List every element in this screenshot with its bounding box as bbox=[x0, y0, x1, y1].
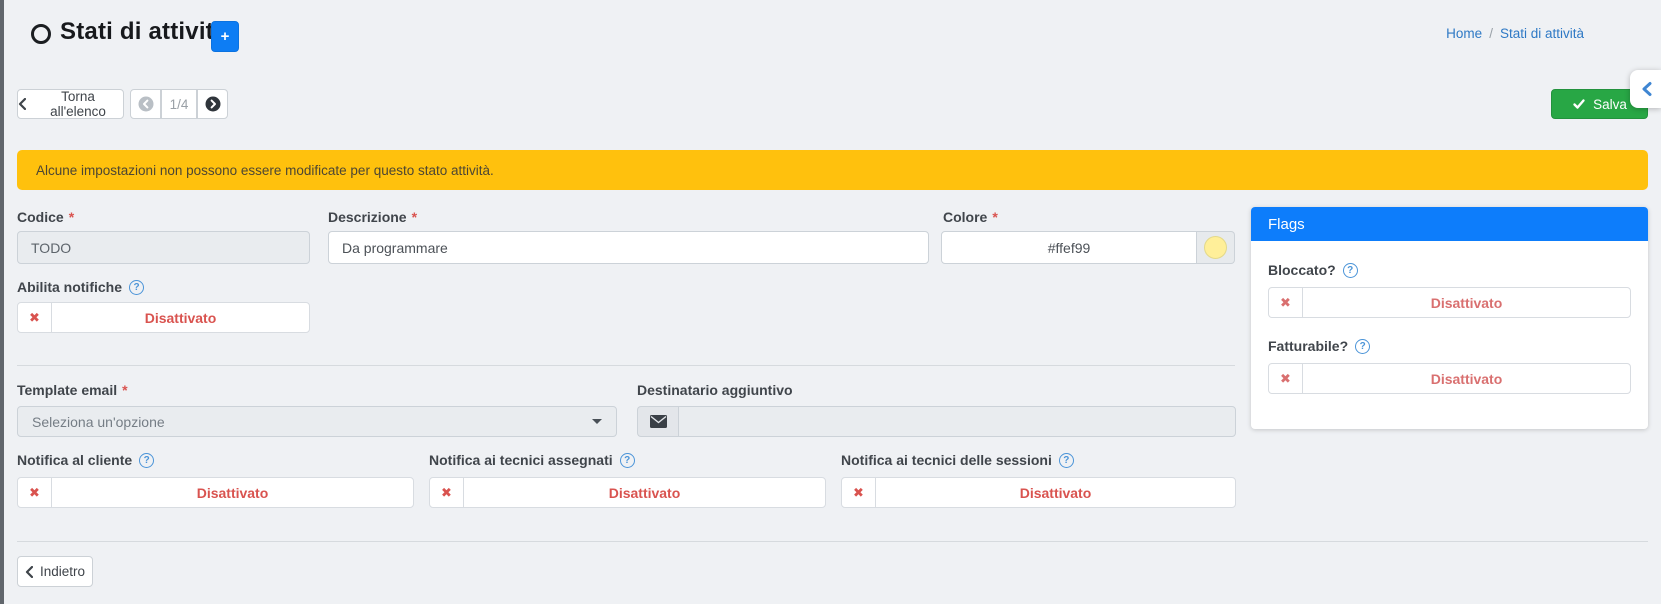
x-icon: ✖ bbox=[1269, 288, 1303, 317]
x-icon: ✖ bbox=[842, 478, 876, 507]
toggle-state-label: Disattivato bbox=[876, 478, 1235, 507]
help-icon[interactable]: ? bbox=[129, 280, 144, 295]
toggle-state-label: Disattivato bbox=[52, 478, 413, 507]
page-title: Stati di attività bbox=[60, 18, 227, 46]
plus-icon: + bbox=[221, 28, 230, 45]
template-email-select[interactable]: Seleziona un'opzione bbox=[17, 406, 617, 437]
flags-panel: Flags Bloccato? ? ✖ Disattivato Fatturab… bbox=[1251, 207, 1648, 429]
notifica-tecnici-sessioni-label: Notifica ai tecnici delle sessioni ? bbox=[841, 452, 1074, 468]
breadcrumb-home-link[interactable]: Home bbox=[1446, 26, 1482, 41]
destinatario-input[interactable] bbox=[678, 406, 1236, 437]
back-button[interactable]: Indietro bbox=[17, 556, 93, 587]
pager-next-button[interactable] bbox=[197, 89, 228, 119]
toggle-state-label: Disattivato bbox=[1303, 288, 1630, 317]
codice-label: Codice* bbox=[17, 209, 74, 225]
notifica-tecnici-sessioni-toggle[interactable]: ✖ Disattivato bbox=[841, 477, 1236, 508]
help-icon[interactable]: ? bbox=[1343, 263, 1358, 278]
notifica-tecnici-assegnati-toggle[interactable]: ✖ Disattivato bbox=[429, 477, 826, 508]
abilita-notifiche-label: Abilita notifiche ? bbox=[17, 279, 144, 295]
record-pager: 1/4 bbox=[130, 89, 228, 119]
chevron-down-icon bbox=[592, 419, 602, 424]
fatturabile-label: Fatturabile? ? bbox=[1268, 338, 1370, 354]
footer-divider bbox=[17, 541, 1648, 542]
toggle-state-label: Disattivato bbox=[1303, 364, 1630, 393]
destinatario-input-group bbox=[637, 406, 1236, 437]
colore-swatch-addon bbox=[1197, 231, 1235, 264]
toggle-state-label: Disattivato bbox=[52, 303, 309, 332]
breadcrumb-separator: / bbox=[1489, 26, 1493, 41]
section-divider bbox=[17, 365, 1235, 366]
panel-collapse-tab[interactable] bbox=[1630, 70, 1661, 108]
colore-label: Colore* bbox=[943, 209, 998, 225]
back-to-list-button[interactable]: Torna all'elenco bbox=[17, 89, 124, 119]
notifica-cliente-toggle[interactable]: ✖ Disattivato bbox=[17, 477, 414, 508]
activity-state-icon bbox=[31, 24, 51, 44]
x-icon: ✖ bbox=[18, 303, 52, 332]
bloccato-toggle[interactable]: ✖ Disattivato bbox=[1268, 287, 1631, 318]
colore-input[interactable]: #ffef99 bbox=[941, 231, 1197, 264]
help-icon[interactable]: ? bbox=[1059, 453, 1074, 468]
fatturabile-toggle[interactable]: ✖ Disattivato bbox=[1268, 363, 1631, 394]
flags-panel-header: Flags bbox=[1251, 207, 1648, 241]
back-label: Indietro bbox=[40, 564, 85, 579]
template-email-label: Template email* bbox=[17, 382, 128, 398]
notifica-tecnici-assegnati-label: Notifica ai tecnici assegnati ? bbox=[429, 452, 635, 468]
notifica-cliente-label: Notifica al cliente ? bbox=[17, 452, 154, 468]
arrow-circle-right-icon bbox=[205, 96, 221, 112]
envelope-icon bbox=[650, 415, 667, 428]
check-icon bbox=[1572, 98, 1586, 110]
breadcrumb-current-link[interactable]: Stati di attività bbox=[1500, 26, 1584, 41]
help-icon[interactable]: ? bbox=[139, 453, 154, 468]
help-icon[interactable]: ? bbox=[620, 453, 635, 468]
x-icon: ✖ bbox=[430, 478, 464, 507]
x-icon: ✖ bbox=[18, 478, 52, 507]
codice-input[interactable]: TODO bbox=[17, 231, 310, 264]
toggle-state-label: Disattivato bbox=[464, 478, 825, 507]
x-icon: ✖ bbox=[1269, 364, 1303, 393]
destinatario-label: Destinatario aggiuntivo bbox=[637, 382, 793, 398]
warning-alert-text: Alcune impostazioni non possono essere m… bbox=[36, 163, 494, 178]
color-swatch-icon[interactable] bbox=[1204, 236, 1227, 259]
descrizione-label: Descrizione* bbox=[328, 209, 417, 225]
collapsed-sidebar-strip bbox=[0, 0, 4, 604]
envelope-addon bbox=[637, 406, 678, 437]
save-label: Salva bbox=[1593, 97, 1627, 112]
pager-count: 1/4 bbox=[161, 89, 197, 119]
chevron-left-icon bbox=[25, 566, 33, 578]
abilita-notifiche-toggle[interactable]: ✖ Disattivato bbox=[17, 302, 310, 333]
help-icon[interactable]: ? bbox=[1355, 339, 1370, 354]
flags-panel-title: Flags bbox=[1268, 216, 1305, 233]
colore-input-group: #ffef99 bbox=[941, 231, 1235, 264]
pager-prev-button[interactable] bbox=[130, 89, 161, 119]
bloccato-label: Bloccato? ? bbox=[1268, 262, 1358, 278]
warning-alert: Alcune impostazioni non possono essere m… bbox=[17, 150, 1648, 190]
chevron-left-icon bbox=[18, 98, 26, 110]
select-placeholder: Seleziona un'opzione bbox=[32, 414, 165, 430]
breadcrumb: Home / Stati di attività bbox=[1446, 26, 1584, 41]
add-button[interactable]: + bbox=[211, 21, 239, 52]
chevron-left-blue-icon bbox=[1640, 81, 1652, 97]
back-to-list-label: Torna all'elenco bbox=[33, 89, 123, 119]
arrow-circle-left-icon bbox=[138, 96, 154, 112]
descrizione-input[interactable]: Da programmare bbox=[328, 231, 929, 264]
